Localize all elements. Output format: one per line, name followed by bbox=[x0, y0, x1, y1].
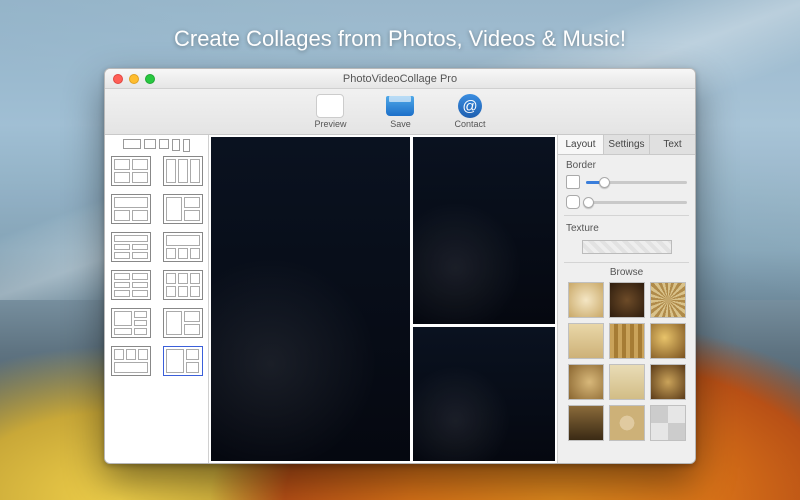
template-10[interactable] bbox=[163, 308, 203, 338]
window-body: Layout Settings Text Border bbox=[105, 135, 695, 463]
canvas-cell-bottom-right[interactable] bbox=[413, 327, 555, 461]
border-width-slider[interactable] bbox=[586, 181, 687, 184]
template-1[interactable] bbox=[111, 156, 151, 186]
at-icon: @ bbox=[458, 94, 482, 118]
toolbar: Preview Save @ Contact bbox=[105, 89, 695, 135]
sidebar-tabs: Layout Settings Text bbox=[558, 135, 695, 155]
minimize-button[interactable] bbox=[129, 74, 139, 84]
aspect-16-9[interactable] bbox=[123, 139, 141, 149]
tab-layout[interactable]: Layout bbox=[558, 135, 604, 154]
templates-panel bbox=[105, 135, 209, 463]
template-8[interactable] bbox=[163, 270, 203, 300]
divider bbox=[564, 262, 689, 263]
aspect-ratio-row bbox=[123, 139, 190, 152]
texture-sunburst[interactable] bbox=[650, 282, 686, 318]
texture-stained[interactable] bbox=[568, 364, 604, 400]
titlebar: PhotoVideoCollage Pro bbox=[105, 69, 695, 89]
aspect-3-4[interactable] bbox=[172, 139, 180, 151]
template-12[interactable] bbox=[163, 346, 203, 376]
contact-button[interactable]: @ Contact bbox=[454, 94, 485, 129]
canvas-cell-main[interactable] bbox=[211, 137, 410, 461]
texture-paper-tan[interactable] bbox=[568, 323, 604, 359]
tab-text[interactable]: Text bbox=[650, 135, 695, 154]
template-grid bbox=[111, 156, 203, 376]
browse-heading: Browse bbox=[558, 265, 695, 282]
border-heading: Border bbox=[558, 155, 695, 173]
texture-film-sepia[interactable] bbox=[568, 405, 604, 441]
texture-canvas-dots[interactable] bbox=[609, 405, 645, 441]
canvas-cell-top-right[interactable] bbox=[413, 137, 555, 324]
app-window: PhotoVideoCollage Pro Preview Save @ Con… bbox=[104, 68, 696, 464]
save-label: Save bbox=[390, 119, 411, 129]
folder-icon bbox=[386, 96, 414, 116]
template-5[interactable] bbox=[111, 232, 151, 262]
texture-heading: Texture bbox=[558, 218, 695, 236]
desktop-wallpaper: Create Collages from Photos, Videos & Mu… bbox=[0, 0, 800, 500]
sidebar: Layout Settings Text Border bbox=[557, 135, 695, 463]
texture-grid bbox=[558, 282, 695, 447]
texture-burnt[interactable] bbox=[650, 364, 686, 400]
texture-wood-stripes[interactable] bbox=[609, 323, 645, 359]
border-corner-row bbox=[558, 193, 695, 213]
template-9[interactable] bbox=[111, 308, 151, 338]
preview-button[interactable]: Preview bbox=[314, 94, 346, 129]
collage-canvas[interactable] bbox=[209, 135, 557, 463]
aspect-9-16[interactable] bbox=[183, 139, 190, 152]
border-width-row bbox=[558, 173, 695, 193]
texture-vignette-brown[interactable] bbox=[609, 282, 645, 318]
texture-checker[interactable] bbox=[650, 405, 686, 441]
template-2[interactable] bbox=[163, 156, 203, 186]
template-3[interactable] bbox=[111, 194, 151, 224]
window-title: PhotoVideoCollage Pro bbox=[105, 73, 695, 85]
template-7[interactable] bbox=[111, 270, 151, 300]
border-square-icon bbox=[566, 175, 580, 189]
close-button[interactable] bbox=[113, 74, 123, 84]
contact-label: Contact bbox=[454, 119, 485, 129]
template-11[interactable] bbox=[111, 346, 151, 376]
tab-settings[interactable]: Settings bbox=[604, 135, 650, 154]
zoom-button[interactable] bbox=[145, 74, 155, 84]
promo-tagline: Create Collages from Photos, Videos & Mu… bbox=[0, 26, 800, 52]
texture-parchment-center[interactable] bbox=[568, 282, 604, 318]
divider bbox=[564, 215, 689, 216]
preview-label: Preview bbox=[314, 119, 346, 129]
texture-grunge-gold[interactable] bbox=[650, 323, 686, 359]
texture-aged-paper[interactable] bbox=[609, 364, 645, 400]
save-button[interactable]: Save bbox=[386, 94, 414, 129]
border-rounded-icon bbox=[566, 195, 580, 209]
border-corner-slider[interactable] bbox=[586, 201, 687, 204]
texture-current-swatch[interactable] bbox=[582, 240, 672, 254]
window-controls bbox=[113, 74, 155, 84]
aspect-1-1[interactable] bbox=[159, 139, 169, 149]
aspect-4-3[interactable] bbox=[144, 139, 156, 149]
template-4[interactable] bbox=[163, 194, 203, 224]
template-6[interactable] bbox=[163, 232, 203, 262]
preview-icon bbox=[316, 94, 344, 118]
